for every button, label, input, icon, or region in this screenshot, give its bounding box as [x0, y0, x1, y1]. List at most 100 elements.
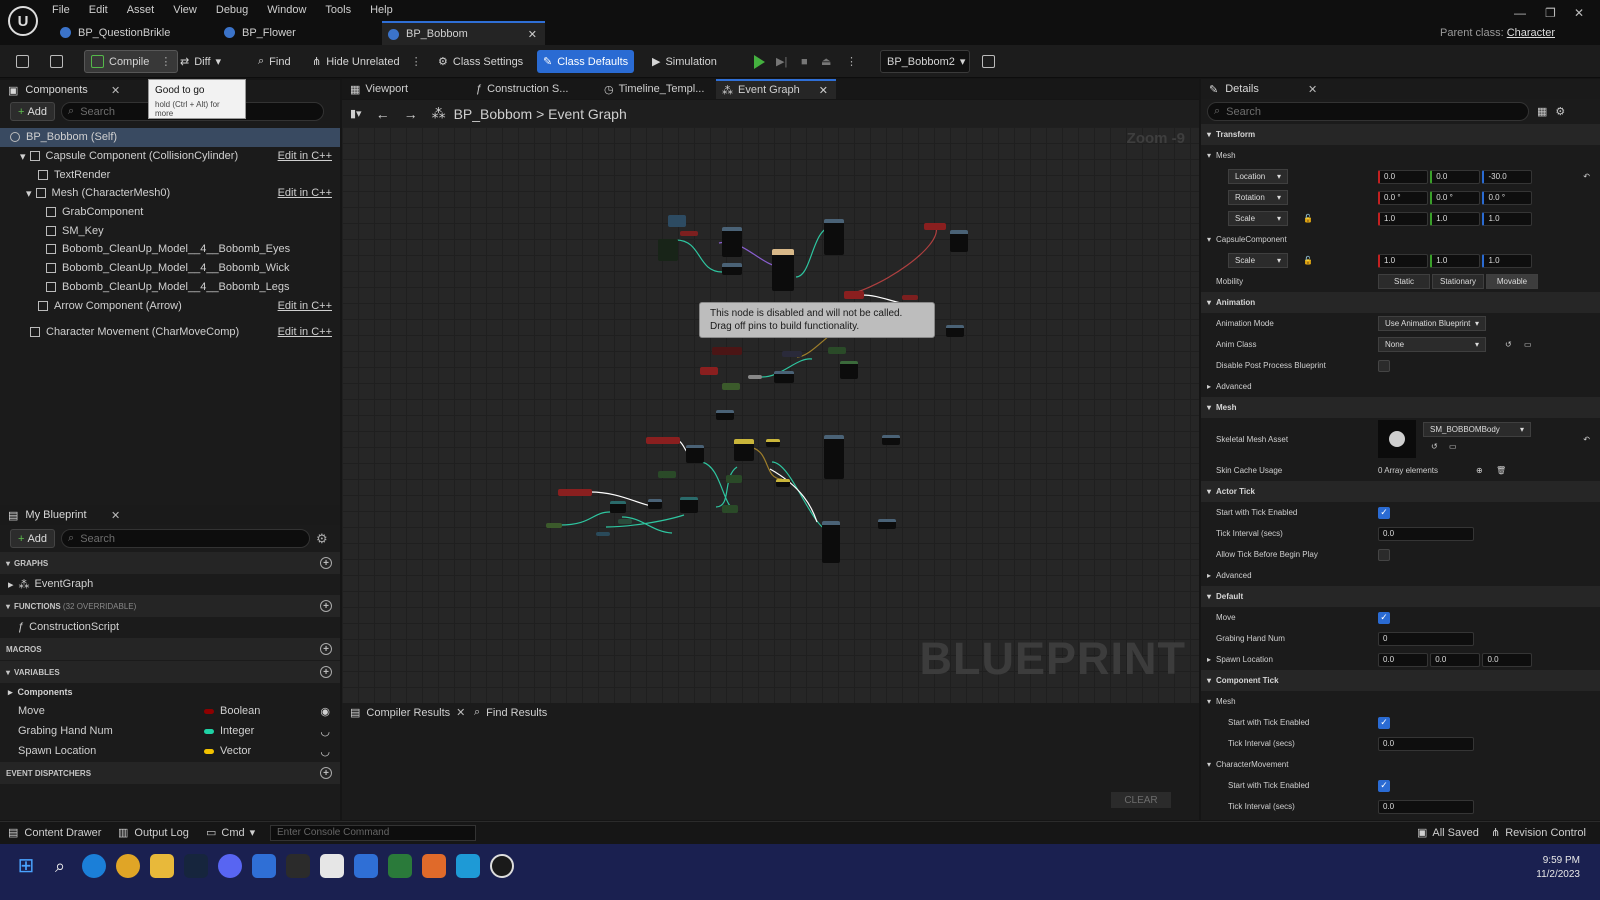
start-tick-checkbox[interactable]: ✓: [1378, 506, 1390, 519]
graph-node[interactable]: [546, 523, 562, 528]
spawn-y-field[interactable]: 0.0: [1430, 652, 1481, 667]
graph-node[interactable]: [776, 479, 790, 487]
browse-icon[interactable]: [44, 50, 69, 73]
spawn-x-field[interactable]: 0.0: [1378, 652, 1428, 667]
play-options-icon[interactable]: ⋮: [840, 50, 863, 73]
graph-node[interactable]: [722, 263, 742, 275]
close-icon[interactable]: ✕: [528, 28, 537, 41]
add-element-icon[interactable]: ⊕: [1476, 466, 1483, 475]
menu-view[interactable]: View: [173, 4, 197, 16]
capsule-scale-z-field[interactable]: 1.0: [1482, 253, 1533, 268]
close-icon[interactable]: ✕: [111, 509, 120, 522]
debug-browse-icon[interactable]: [976, 50, 1001, 73]
my-blueprint-search-input[interactable]: ⌕ Search: [61, 529, 311, 548]
graph-node[interactable]: [680, 497, 698, 513]
rotation-y-field[interactable]: 0.0 °: [1430, 190, 1481, 205]
add-variable-icon[interactable]: +: [320, 666, 332, 678]
lock-icon[interactable]: 🔓: [1303, 214, 1313, 223]
tree-item-mesh[interactable]: ▾ Mesh (CharacterMesh0) Edit in C++: [0, 184, 340, 203]
trash-icon[interactable]: 🗑: [1496, 466, 1506, 475]
scale-x-field[interactable]: 1.0: [1378, 211, 1428, 226]
output-log-button[interactable]: ▥ Output Log: [118, 826, 189, 840]
add-member-button[interactable]: + Add: [10, 529, 56, 548]
menu-help[interactable]: Help: [370, 4, 393, 16]
section-functions[interactable]: ▾ FUNCTIONS (32 OVERRIDABLE) +: [0, 595, 340, 617]
all-saved-button[interactable]: ▣ All Saved: [1417, 826, 1479, 840]
subsection-mesh[interactable]: ▾ Mesh: [1201, 145, 1600, 166]
graph-node[interactable]: [946, 325, 964, 337]
graph-node[interactable]: [766, 439, 780, 447]
capsule-scale-y-field[interactable]: 1.0: [1430, 253, 1481, 268]
clear-button[interactable]: CLEAR: [1111, 792, 1171, 808]
eye-icon[interactable]: ◉: [320, 705, 330, 718]
ct-start-checkbox[interactable]: ✓: [1378, 716, 1390, 729]
close-icon[interactable]: ✕: [1308, 83, 1317, 96]
graph-node[interactable]: [558, 489, 592, 496]
anim-class-dropdown[interactable]: None ▾: [1378, 337, 1486, 352]
variable-group-components[interactable]: ▸ Components: [0, 683, 340, 701]
parent-class-link[interactable]: Character: [1507, 27, 1555, 39]
gear-icon[interactable]: ⚙: [1555, 105, 1565, 118]
spawn-z-field[interactable]: 0.0: [1482, 652, 1533, 667]
graph-node[interactable]: [824, 219, 844, 255]
eye-closed-icon[interactable]: ◡: [320, 745, 330, 758]
section-actor-tick[interactable]: ▾ Actor Tick: [1201, 481, 1600, 502]
variable-row[interactable]: Spawn Location Vector ◡: [0, 741, 340, 761]
graph-node[interactable]: [680, 231, 698, 236]
discord-icon[interactable]: [218, 854, 242, 878]
add-function-icon[interactable]: +: [320, 600, 332, 612]
console-input[interactable]: Enter Console Command: [270, 825, 476, 841]
graph-node[interactable]: [902, 295, 918, 300]
mesh-thumbnail[interactable]: [1378, 420, 1416, 458]
function-item-constructionscript[interactable]: ƒ ConstructionScript: [0, 617, 340, 637]
find-button[interactable]: ⌕ Find: [252, 50, 297, 73]
graph-node[interactable]: [686, 445, 704, 463]
stop-button[interactable]: ■: [795, 50, 814, 73]
graph-node[interactable]: [658, 239, 678, 261]
graph-node[interactable]: [772, 249, 794, 291]
add-graph-icon[interactable]: +: [320, 557, 332, 569]
debug-object-select[interactable]: BP_Bobbom2 ▾: [880, 50, 970, 73]
mobility-movable-button[interactable]: Movable: [1486, 274, 1538, 289]
tick-interval-field[interactable]: 0.0: [1378, 526, 1474, 541]
tree-item-self[interactable]: BP_Bobbom (Self): [0, 128, 340, 147]
subsection-ct-mesh[interactable]: ▾ Mesh: [1201, 691, 1600, 712]
tree-item-smkey[interactable]: SM_Key: [0, 221, 340, 240]
tree-item-charmove[interactable]: Character Movement (CharMoveComp) Edit in…: [0, 323, 340, 342]
section-default[interactable]: ▾ Default: [1201, 586, 1600, 607]
section-animation[interactable]: ▾ Animation: [1201, 292, 1600, 313]
collapse-icon[interactable]: ▾: [26, 187, 32, 200]
variable-row[interactable]: Move Boolean ◉: [0, 701, 340, 721]
app-shield-icon[interactable]: [456, 854, 480, 878]
doc-tab-flower[interactable]: BP_Flower: [218, 21, 378, 45]
graph-node[interactable]: [712, 347, 742, 355]
app-icon[interactable]: [320, 854, 344, 878]
steam-icon[interactable]: [184, 854, 208, 878]
close-icon[interactable]: ✕: [111, 84, 120, 97]
graph-node[interactable]: [722, 227, 742, 257]
messenger-icon[interactable]: [354, 854, 378, 878]
compile-button[interactable]: Compile ⋮: [84, 50, 179, 73]
add-component-button[interactable]: + Add: [10, 102, 56, 121]
graph-node[interactable]: [648, 499, 662, 509]
spreadsheet-icon[interactable]: [388, 854, 412, 878]
tab-construction-script[interactable]: ƒ Construction S...: [476, 79, 568, 99]
add-macro-icon[interactable]: +: [320, 643, 332, 655]
collapse-icon[interactable]: ▾: [20, 150, 26, 163]
advanced-row[interactable]: ▸ Advanced: [1201, 565, 1600, 586]
scale-y-field[interactable]: 1.0: [1430, 211, 1481, 226]
graph-node[interactable]: [658, 471, 676, 478]
compile-options-icon[interactable]: ⋮: [160, 55, 171, 68]
class-defaults-button[interactable]: ✎ Class Defaults: [537, 50, 635, 73]
system-clock[interactable]: 9:59 PM 11/2/2023: [1536, 854, 1580, 882]
epic-games-icon[interactable]: [286, 854, 310, 878]
mobility-stationary-button[interactable]: Stationary: [1432, 274, 1484, 289]
animation-mode-dropdown[interactable]: Use Animation Blueprint ▾: [1378, 316, 1486, 331]
tree-item-capsule[interactable]: ▾ Capsule Component (CollisionCylinder) Ed…: [0, 147, 340, 166]
tab-find-results[interactable]: ⌕ Find Results: [474, 706, 547, 719]
menu-window[interactable]: Window: [267, 4, 306, 16]
step-button[interactable]: ▶|: [770, 50, 793, 73]
cmd-dropdown[interactable]: ▭ Cmd ▾: [206, 826, 255, 840]
rotation-dropdown[interactable]: Rotation ▾: [1228, 190, 1288, 205]
use-selected-icon[interactable]: ↺: [1505, 340, 1512, 349]
